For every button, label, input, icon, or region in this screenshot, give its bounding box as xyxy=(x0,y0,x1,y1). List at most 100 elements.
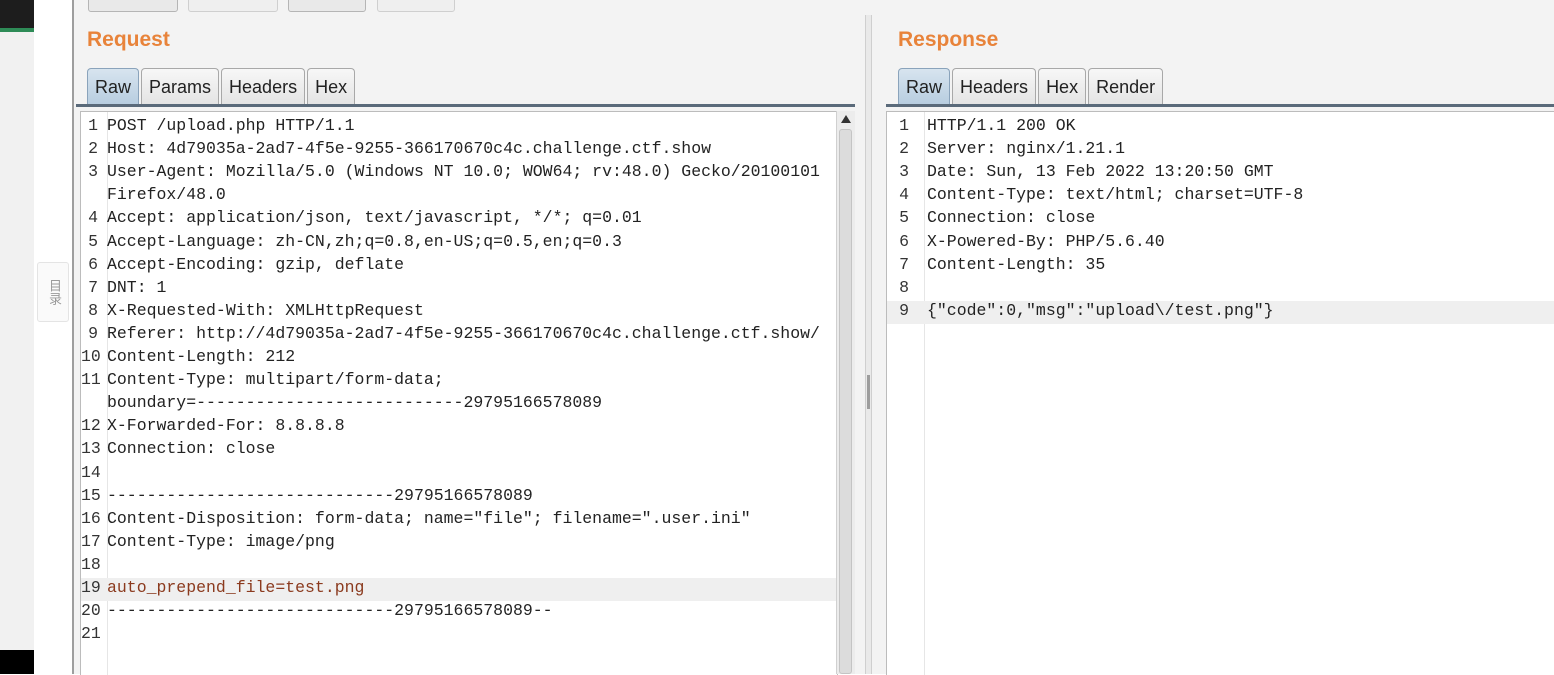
pane-splitter[interactable] xyxy=(865,15,872,674)
response-tab-headers[interactable]: Headers xyxy=(952,68,1037,106)
desktop-top-bar xyxy=(0,0,34,28)
response-tabs: Raw Headers Hex Render xyxy=(898,68,1165,106)
line-number: 6 xyxy=(899,231,909,251)
line-text: Content-Length: 35 xyxy=(927,254,1106,274)
request-scrollbar-thumb[interactable] xyxy=(839,129,852,674)
line-text: Date: Sun, 13 Feb 2022 13:20:50 GMT xyxy=(927,162,1274,182)
request-line: 6 Accept-Encoding: gzip, deflate xyxy=(81,255,837,278)
toolbar-button-cancel[interactable] xyxy=(188,0,278,12)
response-line: 1 HTTP/1.1 200 OK xyxy=(887,116,1554,139)
response-tabs-divider xyxy=(886,104,1554,107)
desktop-bottom-bar xyxy=(0,650,34,674)
request-line: 4 Accept: application/json, text/javascri… xyxy=(81,208,837,231)
splitter-grip[interactable] xyxy=(867,375,870,409)
line-number: 8 xyxy=(88,300,98,320)
line-number: 5 xyxy=(88,231,98,251)
line-number: 20 xyxy=(81,601,101,621)
response-tab-raw[interactable]: Raw xyxy=(898,68,951,106)
line-text: Content-Type: image/png xyxy=(107,531,335,551)
line-text: User-Agent: Mozilla/5.0 (Windows NT 10.0… xyxy=(107,162,820,182)
line-number: 8 xyxy=(899,277,909,297)
line-text: boundary=---------------------------2979… xyxy=(107,393,603,413)
line-number: 11 xyxy=(81,370,101,390)
line-text: POST /upload.php HTTP/1.1 xyxy=(107,116,355,135)
line-number: 1 xyxy=(88,116,98,135)
line-text: {"code":0,"msg":"upload\/test.png"} xyxy=(927,300,1274,320)
line-text: Accept-Language: zh-CN,zh;q=0.8,en-US;q=… xyxy=(107,231,622,251)
request-line: 5 Accept-Language: zh-CN,zh;q=0.8,en-US;q… xyxy=(81,232,837,255)
response-tab-render[interactable]: Render xyxy=(1088,68,1164,106)
request-line: 21 xyxy=(81,624,837,647)
response-line: 4 Content-Type: text/html; charset=UTF-8 xyxy=(887,185,1554,208)
scroll-up-arrow-icon[interactable] xyxy=(841,115,851,123)
line-number: 9 xyxy=(88,323,98,343)
line-number: 13 xyxy=(81,439,101,459)
request-tab-headers[interactable]: Headers xyxy=(221,68,306,106)
request-line: 20 -----------------------------297951665… xyxy=(81,601,837,624)
line-number: 3 xyxy=(88,162,98,182)
line-number: 2 xyxy=(88,139,98,159)
line-number: 16 xyxy=(81,508,101,528)
line-text: Connection: close xyxy=(107,439,276,459)
request-tab-raw[interactable]: Raw xyxy=(87,68,140,106)
line-number: 14 xyxy=(81,462,101,482)
line-text: Connection: close xyxy=(927,208,1096,228)
line-text: X-Requested-With: XMLHttpRequest xyxy=(107,300,424,320)
line-number: 9 xyxy=(899,300,909,320)
line-number: 1 xyxy=(899,116,909,135)
request-line: 9 Referer: http://4d79035a-2ad7-4f5e-9255… xyxy=(81,324,837,347)
line-number: 19 xyxy=(81,578,101,597)
toc-tab[interactable]: 目录 xyxy=(37,262,69,322)
request-line: 3 User-Agent: Mozilla/5.0 (Windows NT 10.… xyxy=(81,162,837,185)
request-line: 19 auto_prepend_file=test.png xyxy=(81,578,837,601)
line-number: 18 xyxy=(81,554,101,574)
line-text: -----------------------------29795166578… xyxy=(107,485,533,505)
line-text: Referer: http://4d79035a-2ad7-4f5e-9255-… xyxy=(107,323,820,343)
response-line: 5 Connection: close xyxy=(887,208,1554,231)
line-text: -----------------------------29795166578… xyxy=(107,601,553,621)
line-number: 4 xyxy=(88,208,98,228)
request-tab-params[interactable]: Params xyxy=(141,68,220,106)
request-tab-hex[interactable]: Hex xyxy=(307,68,356,106)
line-text: DNT: 1 xyxy=(107,277,167,297)
line-text: Accept-Encoding: gzip, deflate xyxy=(107,254,405,274)
line-number: 6 xyxy=(88,254,98,274)
toolbar-button-forward[interactable] xyxy=(377,0,455,12)
request-scrollbar[interactable] xyxy=(836,111,855,674)
line-number: 15 xyxy=(81,485,101,505)
line-text: auto_prepend_file=test.png xyxy=(107,578,365,597)
line-text: Accept: application/json, text/javascrip… xyxy=(107,208,642,228)
line-number: 3 xyxy=(899,162,909,182)
request-line: 7 DNT: 1 xyxy=(81,278,837,301)
line-text: Content-Type: multipart/form-data; xyxy=(107,370,444,390)
line-number: 10 xyxy=(81,347,101,366)
line-text: Content-Type: text/html; charset=UTF-8 xyxy=(927,185,1304,205)
line-number: 12 xyxy=(81,416,101,436)
request-line: 1 POST /upload.php HTTP/1.1 xyxy=(81,116,837,139)
request-line: boundary=---------------------------2979… xyxy=(81,393,837,416)
line-number: 21 xyxy=(81,624,101,644)
line-number: 17 xyxy=(81,531,101,551)
line-text: X-Forwarded-For: 8.8.8.8 xyxy=(107,416,345,436)
line-text: Server: nginx/1.21.1 xyxy=(927,139,1126,159)
line-number: 7 xyxy=(899,254,909,274)
line-text: Content-Disposition: form-data; name="fi… xyxy=(107,508,751,528)
response-line: 8 xyxy=(887,278,1554,301)
response-line: 6 X-Powered-By: PHP/5.6.40 xyxy=(887,232,1554,255)
response-tab-hex[interactable]: Hex xyxy=(1038,68,1087,106)
toolbar-button-send[interactable] xyxy=(88,0,178,12)
line-number: 7 xyxy=(88,277,98,297)
request-editor[interactable]: 1 POST /upload.php HTTP/1.1 2 Host: 4d79035… xyxy=(80,111,838,675)
request-line: 13 Connection: close xyxy=(81,439,837,462)
desktop-accent-bar xyxy=(0,28,34,32)
line-text: Firefox/48.0 xyxy=(107,185,226,205)
request-title: Request xyxy=(87,28,170,51)
request-line: 14 xyxy=(81,463,837,486)
line-number: 2 xyxy=(899,139,909,159)
toolbar-button-back[interactable] xyxy=(288,0,366,12)
line-number: 4 xyxy=(899,185,909,205)
request-line: 17 Content-Type: image/png xyxy=(81,532,837,555)
response-editor[interactable]: 1 HTTP/1.1 200 OK 2 Server: nginx/1.21.1 3 Da… xyxy=(886,111,1554,675)
line-text: HTTP/1.1 200 OK xyxy=(927,116,1076,135)
response-line: 9 {"code":0,"msg":"upload\/test.png"} xyxy=(887,300,1554,324)
